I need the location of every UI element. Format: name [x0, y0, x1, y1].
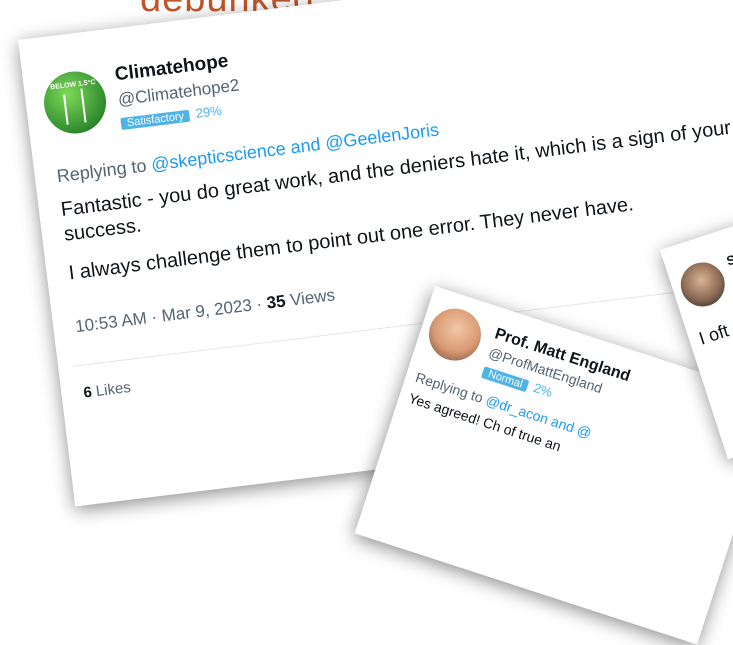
likes-row[interactable]: 6 Likes — [82, 379, 131, 402]
rating-percent: 2% — [531, 379, 555, 401]
views-label: Views — [284, 285, 337, 311]
wind-turbine-icon — [80, 88, 87, 123]
avatar[interactable]: BELOW 1.5°C — [40, 67, 110, 138]
wind-turbine-icon — [63, 94, 69, 125]
avatar-label: BELOW 1.5°C — [49, 78, 96, 92]
tweet-timestamp[interactable]: 10:53 AM · Mar 9, 2023 · — [74, 294, 268, 336]
avatar[interactable] — [422, 301, 488, 368]
views-count: 35 — [265, 291, 287, 313]
tweet-text: Yes agreed! Ch of true an — [406, 389, 564, 455]
author-name[interactable]: St — [724, 250, 733, 268]
tweet-meta: 10:53 AM · Mar 9, 2023 · 35 Views — [74, 285, 336, 337]
replying-prefix: Replying to — [55, 154, 153, 187]
rating-percent: 29% — [194, 102, 223, 121]
rating-badge: Satisfactory — [120, 109, 191, 131]
avatar[interactable] — [675, 256, 731, 313]
likes-label: Likes — [90, 378, 132, 401]
